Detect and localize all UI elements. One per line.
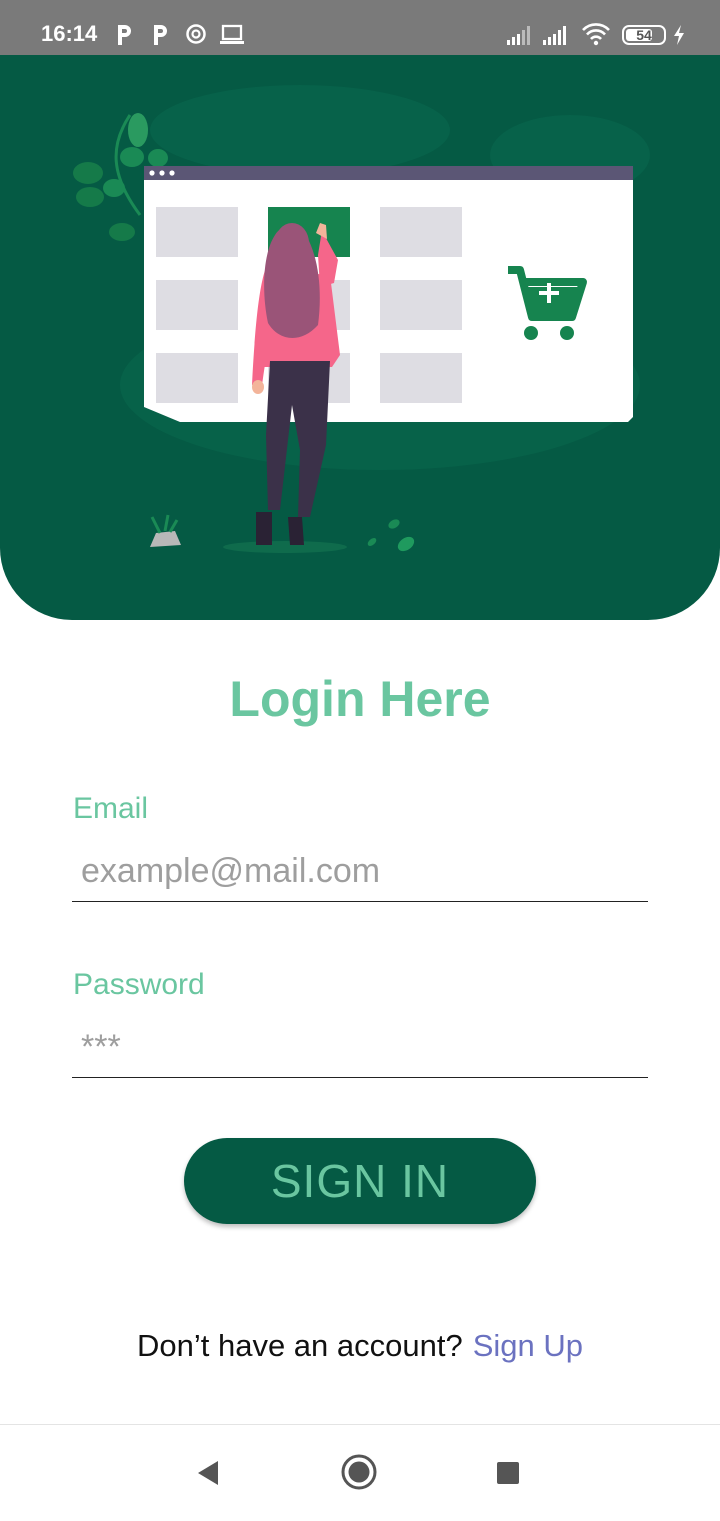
- password-label: Password: [73, 968, 205, 1001]
- wifi-icon: [582, 23, 610, 46]
- p-notification-icon: [118, 25, 131, 45]
- charging-bolt-icon: [674, 25, 684, 45]
- signup-row: Don’t have an account? Sign Up: [0, 1326, 720, 1366]
- back-icon[interactable]: [194, 1458, 222, 1488]
- sign-up-link[interactable]: Sign Up: [473, 1328, 583, 1363]
- signal-icon: [543, 26, 566, 45]
- recents-icon[interactable]: [496, 1461, 520, 1485]
- navigation-bar: [0, 1424, 720, 1521]
- sign-in-button[interactable]: SIGN IN: [184, 1138, 536, 1224]
- hero-banner: [0, 55, 720, 620]
- password-field[interactable]: [72, 1018, 648, 1078]
- email-field[interactable]: [72, 842, 648, 902]
- email-label: Email: [73, 792, 149, 825]
- login-title: Login Here: [229, 671, 491, 727]
- home-icon[interactable]: [340, 1453, 378, 1491]
- shopping-illustration: [73, 85, 650, 553]
- status-bar: 16:14 54: [0, 0, 720, 55]
- battery-icon: 54: [622, 25, 666, 45]
- battery-level: 54: [636, 27, 652, 43]
- status-time: 16:14: [41, 21, 98, 46]
- signal-icon: [507, 26, 530, 45]
- shield-icon: [186, 24, 206, 44]
- laptop-icon: [220, 24, 244, 44]
- p-notification-icon: [154, 25, 167, 45]
- signup-prompt: Don’t have an account?: [136, 1328, 463, 1363]
